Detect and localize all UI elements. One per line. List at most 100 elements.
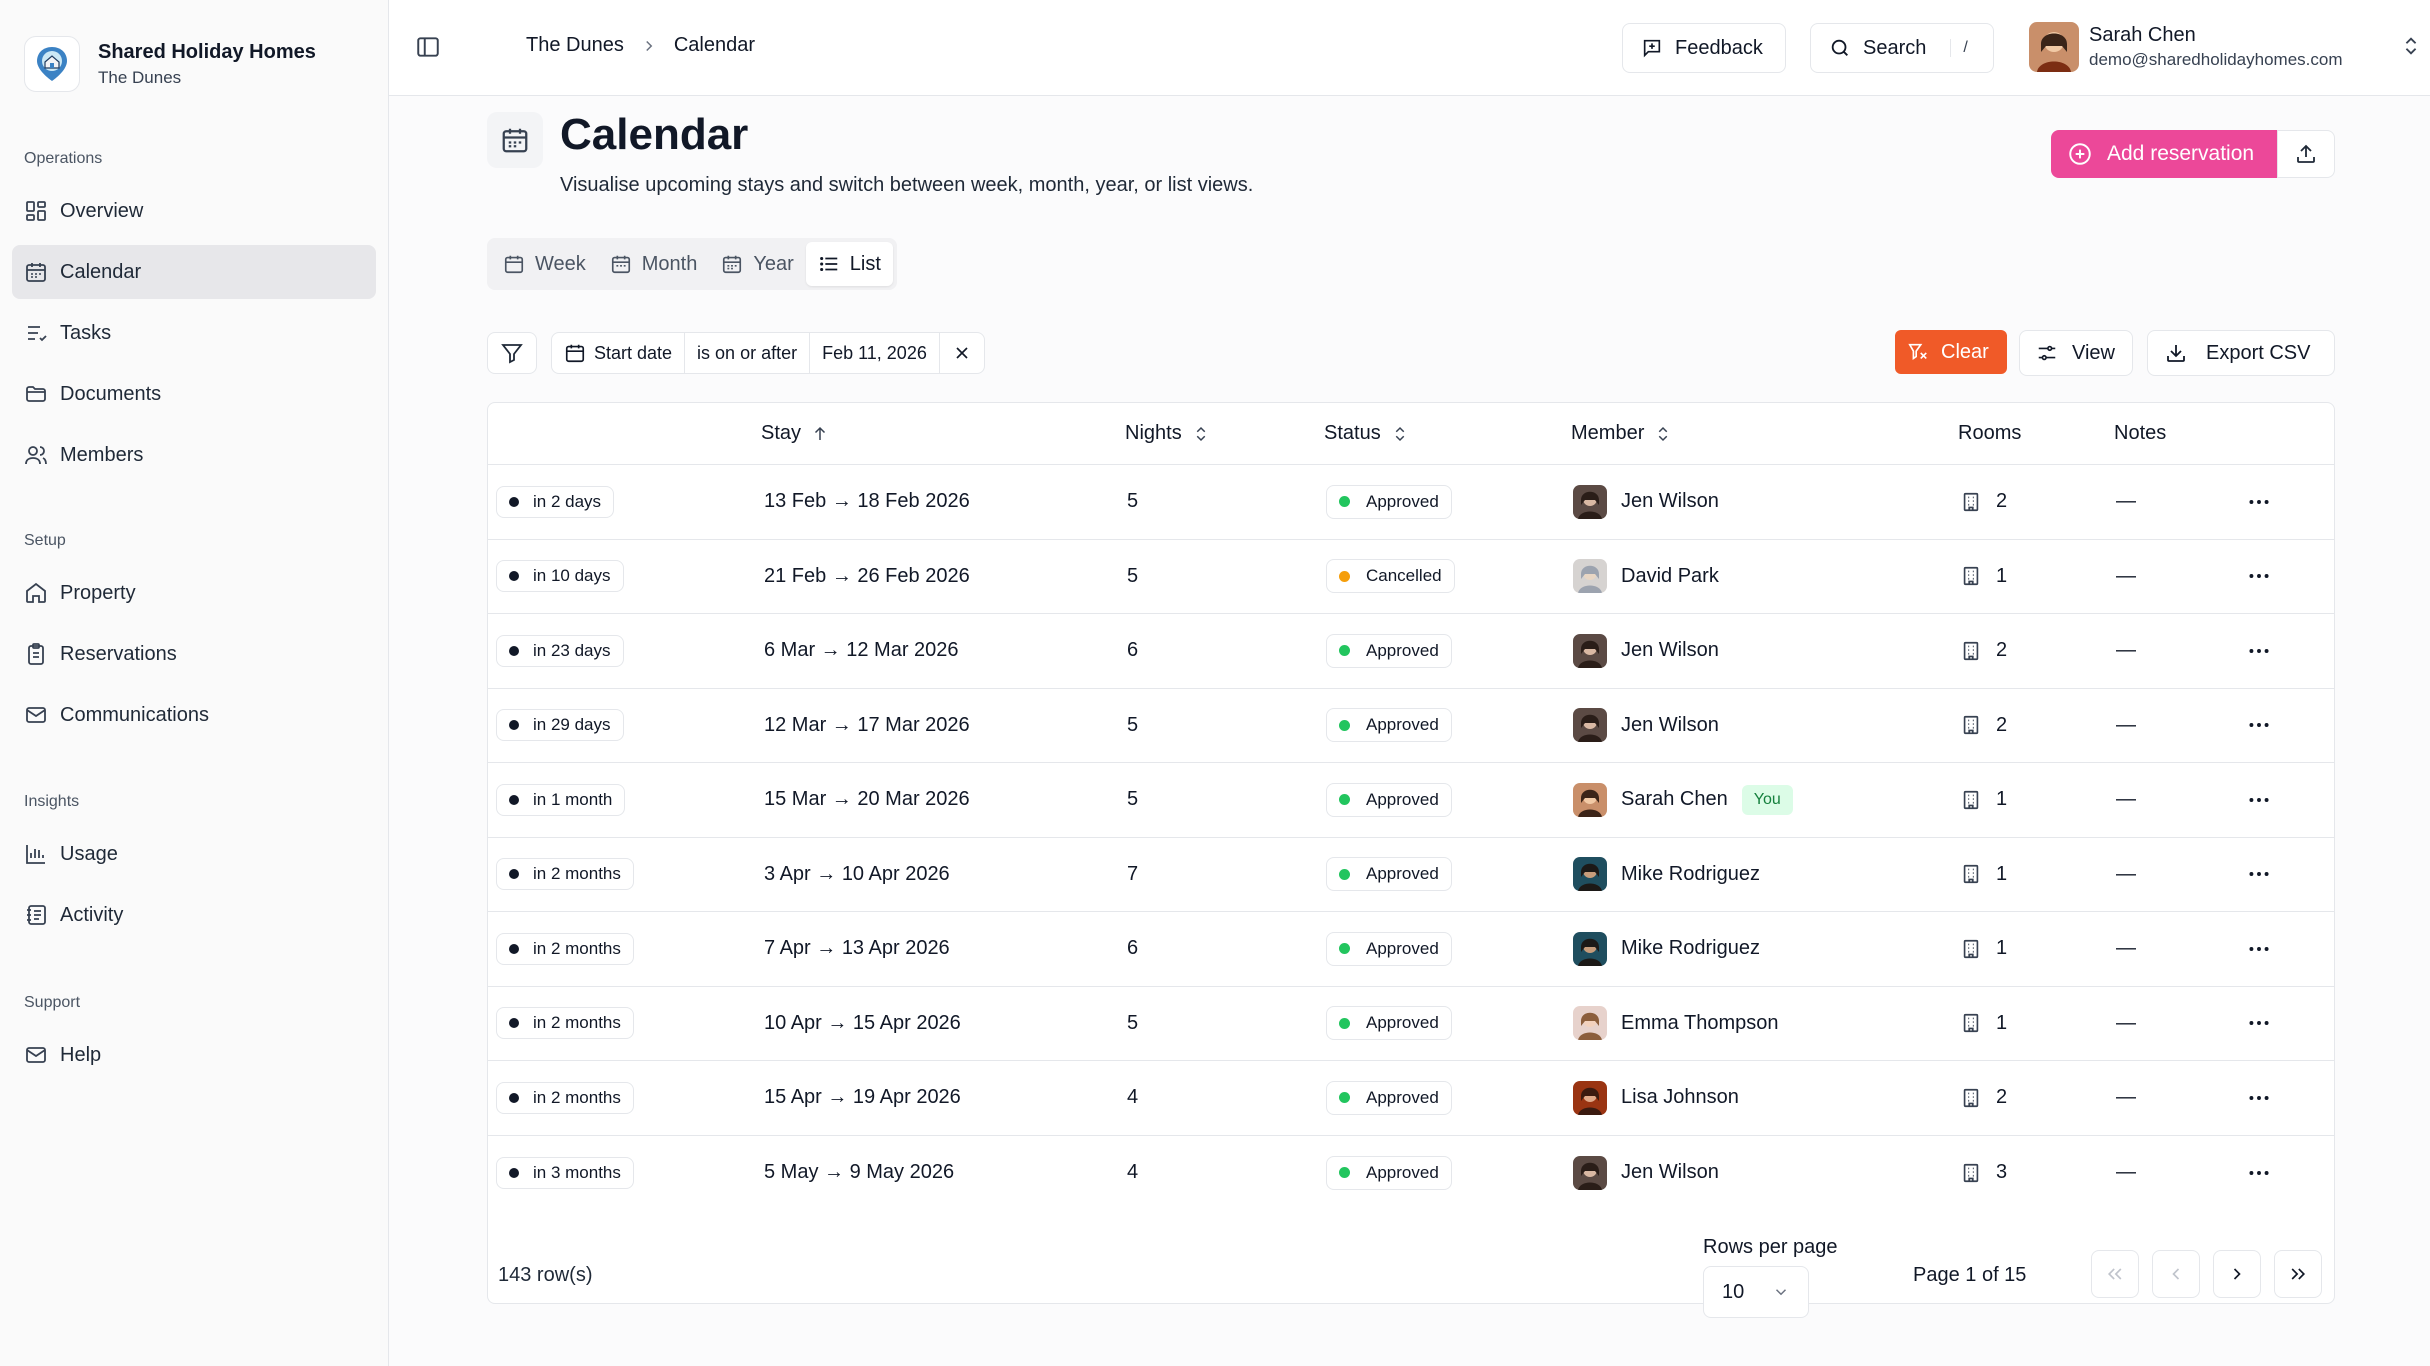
status-dot-icon <box>1339 943 1350 955</box>
filter-operator[interactable]: is on or after <box>685 333 811 373</box>
row-actions-button[interactable] <box>2246 465 2272 539</box>
export-csv-button[interactable]: Export CSV <box>2147 330 2335 376</box>
view-options-button[interactable]: View <box>2019 330 2133 376</box>
sidebar-item-documents[interactable]: Documents <box>12 367 376 421</box>
member-name: Sarah Chen <box>1621 788 1728 811</box>
table-row[interactable]: in 3 months 5 May → 9 May 2026 4 Approve… <box>488 1136 2334 1211</box>
nights-cell: 5 <box>1127 564 1139 587</box>
filter-button[interactable] <box>487 332 537 374</box>
sidebar-item-help[interactable]: Help <box>12 1028 376 1082</box>
row-actions-button[interactable] <box>2246 614 2272 688</box>
table-row[interactable]: in 2 days 13 Feb → 18 Feb 2026 5 Approve… <box>488 465 2334 540</box>
tab-week[interactable]: Week <box>491 242 598 286</box>
nights-cell: 4 <box>1127 1161 1139 1184</box>
column-label: Stay <box>761 422 802 444</box>
sidebar-item-reservations[interactable]: Reservations <box>12 627 376 681</box>
rooms-cell: 2 <box>1960 614 2007 688</box>
row-actions-button[interactable] <box>2246 689 2272 763</box>
filter-remove-button[interactable] <box>940 333 984 373</box>
notes-cell: — <box>2116 1086 2136 1109</box>
sidebar-item-label: Calendar <box>60 260 142 283</box>
row-actions-button[interactable] <box>2246 763 2272 837</box>
status-dot-icon <box>1339 570 1350 582</box>
sidebar-item-calendar[interactable]: Calendar <box>12 245 376 299</box>
row-count: 143 row(s) <box>498 1264 593 1286</box>
row-actions-button[interactable] <box>2246 540 2272 614</box>
arrow-up-icon <box>815 426 826 440</box>
feedback-button[interactable]: Feedback <box>1622 23 1786 73</box>
building-icon <box>1963 1088 1979 1107</box>
sidebar-item-label: Documents <box>60 382 162 405</box>
filter-field-label: Start date <box>594 342 673 363</box>
tab-month[interactable]: Month <box>598 242 710 286</box>
filter-field[interactable]: Start date <box>552 333 686 373</box>
stay-cell: 13 Feb → 18 Feb 2026 <box>764 490 970 513</box>
nights-cell: 5 <box>1127 713 1139 736</box>
mail-icon <box>26 707 46 723</box>
rows-per-page-select[interactable]: 10 <box>1703 1266 1809 1318</box>
relative-date-cell: in 10 days <box>496 540 624 614</box>
grid-icon <box>26 201 46 221</box>
previous-page-button[interactable] <box>2152 1250 2200 1298</box>
table-row[interactable]: in 10 days 21 Feb → 26 Feb 2026 5 Cancel… <box>488 540 2334 614</box>
export-label: Export CSV <box>2206 341 2311 364</box>
user-name: Sarah Chen <box>2089 24 2196 46</box>
relative-date: in 10 days <box>533 566 611 586</box>
table-row[interactable]: in 2 months 15 Apr → 19 Apr 2026 4 Appro… <box>488 1061 2334 1136</box>
clear-filters-button[interactable]: Clear <box>1895 330 2007 374</box>
next-page-button[interactable] <box>2213 1250 2261 1298</box>
sidebar-item-members[interactable]: Members <box>12 428 376 482</box>
building-icon <box>1963 492 1979 511</box>
sidebar-item-property[interactable]: Property <box>12 566 376 620</box>
tab-year[interactable]: Year <box>709 242 805 286</box>
tab-list[interactable]: List <box>805 242 893 286</box>
nav-heading: Support <box>24 994 81 1011</box>
sidebar-item-label: Activity <box>60 903 124 926</box>
sidebar-item-tasks[interactable]: Tasks <box>12 306 376 360</box>
filter-value[interactable]: Feb 11, 2026 <box>810 333 940 373</box>
table-row[interactable]: in 2 months 10 Apr → 15 Apr 2026 5 Appro… <box>488 987 2334 1061</box>
add-reservation-button[interactable]: Add reservation <box>2051 130 2277 178</box>
sidebar-item-activity[interactable]: Activity <box>12 888 376 942</box>
nav-heading: Operations <box>24 150 103 167</box>
column-header-member[interactable]: Member <box>1571 422 1672 445</box>
notes-cell: — <box>2116 713 2136 736</box>
table-row[interactable]: in 23 days 6 Mar → 12 Mar 2026 6 Approve… <box>488 614 2334 689</box>
table-row[interactable]: in 1 month 15 Mar → 20 Mar 2026 5 Approv… <box>488 763 2334 838</box>
nights-cell: 5 <box>1127 788 1139 811</box>
first-page-button[interactable] <box>2091 1250 2139 1298</box>
column-header-nights[interactable]: Nights <box>1125 422 1210 445</box>
table-row[interactable]: in 29 days 12 Mar → 17 Mar 2026 5 Approv… <box>488 689 2334 763</box>
column-header-status[interactable]: Status <box>1324 422 1409 445</box>
relative-date: in 3 months <box>533 1162 621 1182</box>
sidebar-item-overview[interactable]: Overview <box>12 184 376 238</box>
table-row[interactable]: in 2 months 7 Apr → 13 Apr 2026 6 Approv… <box>488 912 2334 987</box>
last-page-button[interactable] <box>2274 1250 2322 1298</box>
more-horizontal-icon <box>2249 1021 2269 1026</box>
table-row[interactable]: in 2 months 3 Apr → 10 Apr 2026 7 Approv… <box>488 838 2334 912</box>
row-actions-button[interactable] <box>2246 838 2272 912</box>
upload-button[interactable] <box>2277 130 2335 178</box>
column-header-stay[interactable]: Stay <box>761 422 829 445</box>
brand[interactable]: Shared Holiday Homes The Dunes <box>24 36 316 92</box>
more-horizontal-icon <box>2249 574 2269 579</box>
row-actions-button[interactable] <box>2246 987 2272 1061</box>
row-actions-button[interactable] <box>2246 1061 2272 1135</box>
sidebar-item-usage[interactable]: Usage <box>12 827 376 881</box>
sidebar-item-communications[interactable]: Communications <box>12 688 376 742</box>
breadcrumb-item-property[interactable]: The Dunes <box>526 34 624 57</box>
sidebar: Shared Holiday Homes The Dunes Operation… <box>0 0 389 1366</box>
chevron-up-down-icon[interactable] <box>2400 33 2422 59</box>
relative-date-cell: in 2 days <box>496 465 615 539</box>
member-name: Jen Wilson <box>1621 490 1719 513</box>
row-actions-button[interactable] <box>2246 912 2272 986</box>
status-cell: Cancelled <box>1326 540 1455 614</box>
sidebar-toggle-icon[interactable] <box>415 34 441 60</box>
relative-date: in 2 months <box>533 1087 621 1107</box>
you-badge: You <box>1741 784 1793 815</box>
tab-label: Week <box>535 252 586 275</box>
row-actions-button[interactable] <box>2246 1136 2272 1211</box>
user-menu[interactable]: Sarah Chen demo@sharedholidayhomes.com <box>2029 22 2343 72</box>
relative-date-badge: in 3 months <box>496 1156 634 1189</box>
search-button[interactable]: Search / <box>1810 23 1994 73</box>
